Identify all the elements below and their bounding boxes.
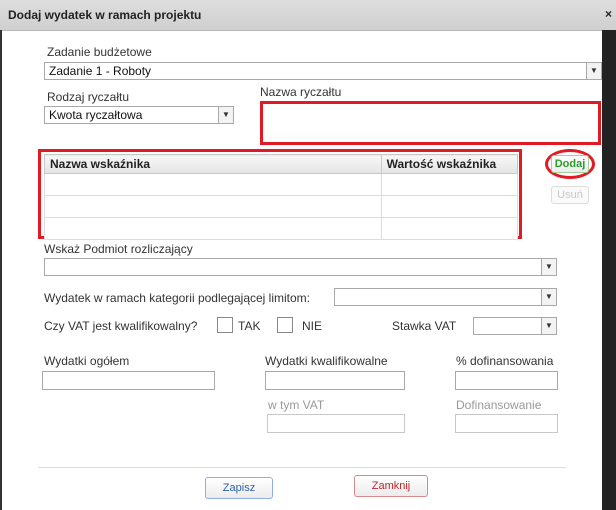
chevron-down-icon: ▼ [541,259,556,275]
limit-category-select[interactable]: ▼ [334,288,557,306]
vat-no-label: NIE [302,319,323,333]
table-cell[interactable] [380,173,519,196]
close-button[interactable]: Zamknij [354,475,428,497]
column-header-name: Nazwa wskaźnika [44,154,382,174]
lump-type-label: Rodzaj ryczałtu [47,90,130,104]
limit-category-label: Wydatek w ramach kategorii podlegającej … [44,291,311,305]
column-header-value: Wartość wskaźnika [380,154,519,174]
chevron-down-icon: ▼ [541,318,556,334]
remove-button[interactable]: Usuń [551,186,589,204]
chevron-down-icon: ▼ [541,289,556,305]
table-cell[interactable] [44,173,382,196]
total-expenses-input[interactable] [42,371,215,390]
table-row[interactable] [44,173,519,196]
lump-name-input[interactable] [266,107,595,139]
footer-divider [38,467,566,468]
vat-rate-label: Stawka VAT [392,319,457,333]
vat-included-input[interactable] [267,414,405,433]
total-expenses-label: Wydatki ogółem [44,354,130,368]
vat-yes-checkbox[interactable] [217,317,233,333]
chevron-down-icon: ▼ [218,107,233,123]
chevron-down-icon: ▼ [586,63,601,79]
vat-yes-label: TAK [238,319,261,333]
table-cell[interactable] [44,217,382,240]
dialog-left-border [0,30,2,510]
table-cell[interactable] [380,217,519,240]
save-button[interactable]: Zapisz [205,477,273,499]
vat-question-label: Czy VAT jest kwalifikowalny? [44,319,198,333]
cofinancing-label: Dofinansowanie [456,398,542,412]
dialog-title: Dodaj wydatek w ramach projektu [8,8,202,22]
settling-entity-label: Wskaż Podmiot rozliczający [44,242,193,256]
vat-no-checkbox[interactable] [277,317,293,333]
budget-task-label: Zadanie budżetowe [47,45,152,59]
table-row[interactable] [44,195,519,218]
eligible-expenses-label: Wydatki kwalifikowalne [265,354,388,368]
indicators-table: Nazwa wskaźnika Wartość wskaźnika [44,154,519,240]
lump-name-label: Nazwa ryczałtu [260,85,342,99]
vat-included-label: w tym VAT [268,398,325,412]
settling-entity-select[interactable]: ▼ [44,258,557,276]
dialog-right-border [602,30,616,510]
eligible-expenses-input[interactable] [265,371,405,390]
lump-type-select[interactable]: Kwota ryczałtowa ▼ [44,106,234,124]
add-button[interactable]: Dodaj [551,155,589,173]
vat-rate-select[interactable]: ▼ [473,317,557,335]
table-cell[interactable] [44,195,382,218]
table-cell[interactable] [380,195,519,218]
cofinancing-pct-input[interactable] [455,371,558,390]
cofinancing-input[interactable] [455,414,558,433]
budget-task-value: Zadanie 1 - Roboty [49,64,152,78]
lump-type-value: Kwota ryczałtowa [49,108,143,122]
cofinancing-pct-label: % dofinansowania [456,354,554,368]
budget-task-select[interactable]: Zadanie 1 - Roboty ▼ [44,62,602,80]
close-icon[interactable]: × [605,7,612,21]
table-row[interactable] [44,217,519,240]
